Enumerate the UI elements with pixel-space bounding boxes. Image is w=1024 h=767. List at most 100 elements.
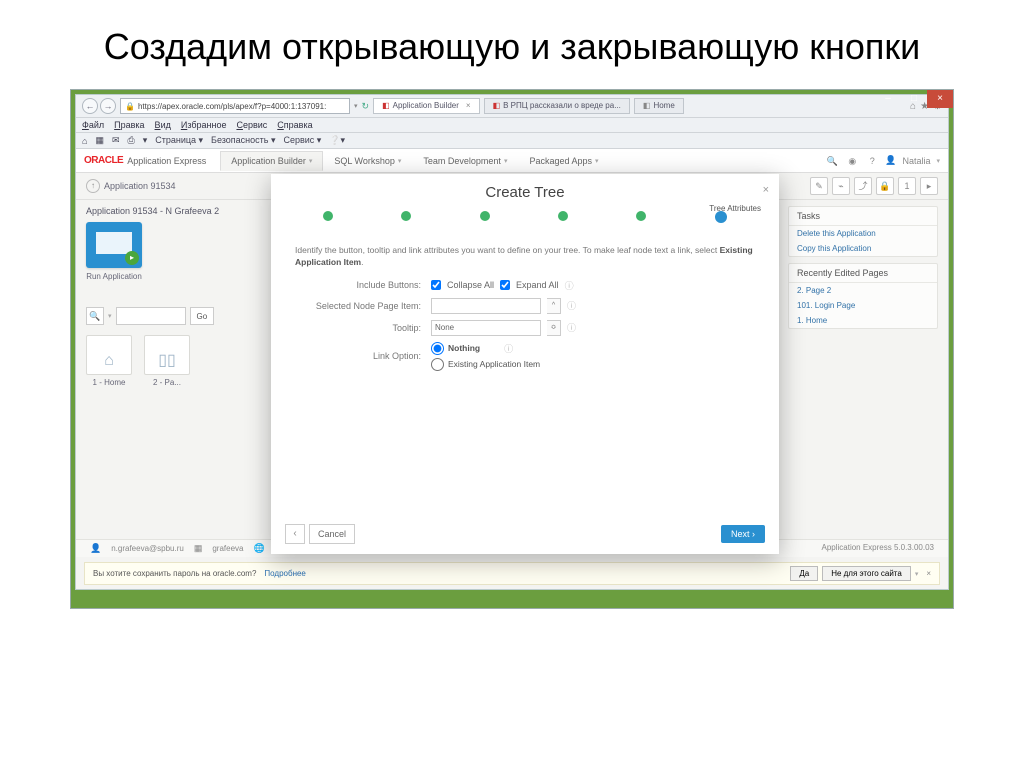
chevron-down-icon[interactable]: ▾: [915, 570, 919, 578]
spotlight-icon[interactable]: ◉: [845, 154, 859, 168]
wizard-step-2[interactable]: [401, 211, 411, 221]
edit-icon[interactable]: ✎: [810, 177, 828, 195]
menu-tools[interactable]: Сервис: [236, 120, 267, 130]
url-field[interactable]: 🔒 https://apex.oracle.com/pls/apex/f?p=4…: [120, 98, 350, 114]
back-button[interactable]: ←: [82, 98, 98, 114]
expand-all-label: Expand All: [516, 280, 559, 290]
help-icon[interactable]: ⓘ: [567, 299, 576, 312]
share-icon[interactable]: ⤴: [854, 177, 872, 195]
menu-favorites[interactable]: Избранное: [181, 120, 227, 130]
help-icon[interactable]: ?: [865, 154, 879, 168]
cancel-button[interactable]: Cancel: [309, 524, 355, 544]
tasks-panel: Tasks Delete this Application Copy this …: [788, 206, 938, 257]
help-icon[interactable]: ⓘ: [567, 321, 576, 334]
close-tab-icon[interactable]: ×: [466, 100, 471, 112]
lock-icon[interactable]: 🔒: [876, 177, 894, 195]
wizard-step-3[interactable]: [480, 211, 490, 221]
globe-icon: 🌐: [253, 543, 264, 554]
go-button[interactable]: Go: [190, 307, 215, 325]
browser-tab-0[interactable]: ◧ Application Builder ×: [373, 98, 480, 114]
user-name[interactable]: Natalia: [902, 156, 930, 166]
selected-node-input[interactable]: [431, 298, 541, 314]
maximize-button[interactable]: □: [901, 90, 927, 108]
modal-close-icon[interactable]: ×: [763, 184, 769, 196]
page-icon[interactable]: 1: [898, 177, 916, 195]
page-card-home[interactable]: ⌂ 1 - Home: [86, 335, 132, 387]
save-password-yes[interactable]: Да: [790, 566, 818, 581]
toolbar-mail-icon[interactable]: ✉: [112, 135, 120, 146]
tag-icon[interactable]: ⌁: [832, 177, 850, 195]
apex-product-title: Application Express: [127, 156, 206, 166]
menu-view[interactable]: Вид: [155, 120, 171, 130]
run-application-card[interactable]: ▸ Run Application: [86, 222, 142, 281]
browser-tab-2-label: Home: [653, 100, 674, 112]
menu-help[interactable]: Справка: [277, 120, 312, 130]
link-option-existing[interactable]: Existing Application Item: [431, 358, 540, 371]
up-level-icon[interactable]: ↑: [86, 179, 100, 193]
collapse-all-checkbox[interactable]: [431, 280, 441, 290]
help-icon[interactable]: ⓘ: [565, 279, 574, 292]
window-controls: – □ ×: [875, 90, 953, 108]
apex-tab-packaged[interactable]: Packaged Apps▾: [518, 151, 609, 171]
toolbar-feeds-icon[interactable]: ▦: [95, 135, 104, 146]
wizard-step-5[interactable]: [636, 211, 646, 221]
save-password-more-link[interactable]: Подробнее: [264, 569, 306, 578]
tooltip-select[interactable]: None: [431, 320, 541, 336]
copy-application-link[interactable]: Copy this Application: [789, 241, 937, 256]
menu-edit[interactable]: Правка: [114, 120, 144, 130]
toolbar-help-icon[interactable]: ❔▾: [329, 135, 345, 146]
link-option-nothing-radio[interactable]: [431, 342, 444, 355]
toolbar-print-icon[interactable]: ⎙: [128, 135, 135, 146]
recent-page-2[interactable]: 2. Page 2: [789, 283, 937, 298]
browser-tab-1[interactable]: ◧ В РПЦ рассказали о вреде ра...: [484, 98, 630, 114]
back-button[interactable]: ‹: [285, 524, 305, 544]
recent-page-101[interactable]: 101. Login Page: [789, 298, 937, 313]
toolbar-home-icon[interactable]: ⌂: [82, 136, 87, 146]
toolbar-safety[interactable]: Безопасность ▾: [211, 135, 275, 146]
link-existing-label: Existing Application Item: [448, 359, 540, 369]
link-option-existing-radio[interactable]: [431, 358, 444, 371]
user-icon: 👤: [885, 155, 896, 166]
toolbar-tools[interactable]: Сервис ▾: [283, 135, 321, 146]
minimize-button[interactable]: –: [875, 90, 901, 108]
page-card-2[interactable]: ▯▯ 2 - Pa...: [144, 335, 190, 387]
link-option-nothing[interactable]: Nothing ⓘ: [431, 342, 513, 355]
apex-tab-app-builder[interactable]: Application Builder▾: [220, 151, 323, 171]
footer-email: n.grafeeva@spbu.ru: [111, 544, 184, 553]
lock-icon: 🔒: [125, 102, 135, 111]
help-icon[interactable]: ⓘ: [504, 342, 513, 355]
search-icon[interactable]: 🔍: [86, 307, 104, 325]
chevron-down-icon: ▾: [936, 157, 940, 165]
expand-all-checkbox[interactable]: [500, 280, 510, 290]
refresh-icon[interactable]: ↻: [362, 101, 370, 112]
close-button[interactable]: ×: [927, 90, 953, 108]
search-input[interactable]: [116, 307, 186, 325]
run-icon[interactable]: ▸: [920, 177, 938, 195]
save-password-bar: Вы хотите сохранить пароль на oracle.com…: [84, 562, 940, 585]
toolbar-page[interactable]: Страница ▾: [155, 135, 203, 146]
lov-popup-icon[interactable]: ^: [547, 298, 561, 314]
tooltip-label: Tooltip:: [271, 323, 431, 333]
modal-title: Create Tree ×: [271, 174, 779, 205]
select-dropdown-icon[interactable]: ≎: [547, 320, 561, 336]
browser-tab-2[interactable]: ◧ Home: [634, 98, 684, 114]
breadcrumb-text[interactable]: Application 91534: [104, 181, 176, 191]
dropdown-icon[interactable]: ▾: [354, 102, 358, 110]
next-button[interactable]: Next ›: [721, 525, 765, 543]
wizard-step-1[interactable]: [323, 211, 333, 221]
forward-button[interactable]: →: [100, 98, 116, 114]
wizard-step-4[interactable]: [558, 211, 568, 221]
url-text: https://apex.oracle.com/pls/apex/f?p=400…: [138, 102, 326, 111]
apex-tab-sql[interactable]: SQL Workshop▾: [323, 151, 412, 171]
apex-tab-team[interactable]: Team Development▾: [412, 151, 518, 171]
search-icon[interactable]: 🔍: [825, 154, 839, 168]
menu-file[interactable]: Файл: [82, 120, 104, 130]
recent-page-1[interactable]: 1. Home: [789, 313, 937, 328]
delete-application-link[interactable]: Delete this Application: [789, 226, 937, 241]
save-password-no[interactable]: Не для этого сайта: [822, 566, 911, 581]
chevron-down-icon[interactable]: ▾: [108, 312, 112, 320]
chevron-down-icon: ▾: [398, 157, 402, 165]
browser-tab-0-label: Application Builder: [393, 100, 459, 112]
close-icon[interactable]: ×: [926, 569, 931, 578]
tooltip-value: None: [435, 323, 454, 332]
